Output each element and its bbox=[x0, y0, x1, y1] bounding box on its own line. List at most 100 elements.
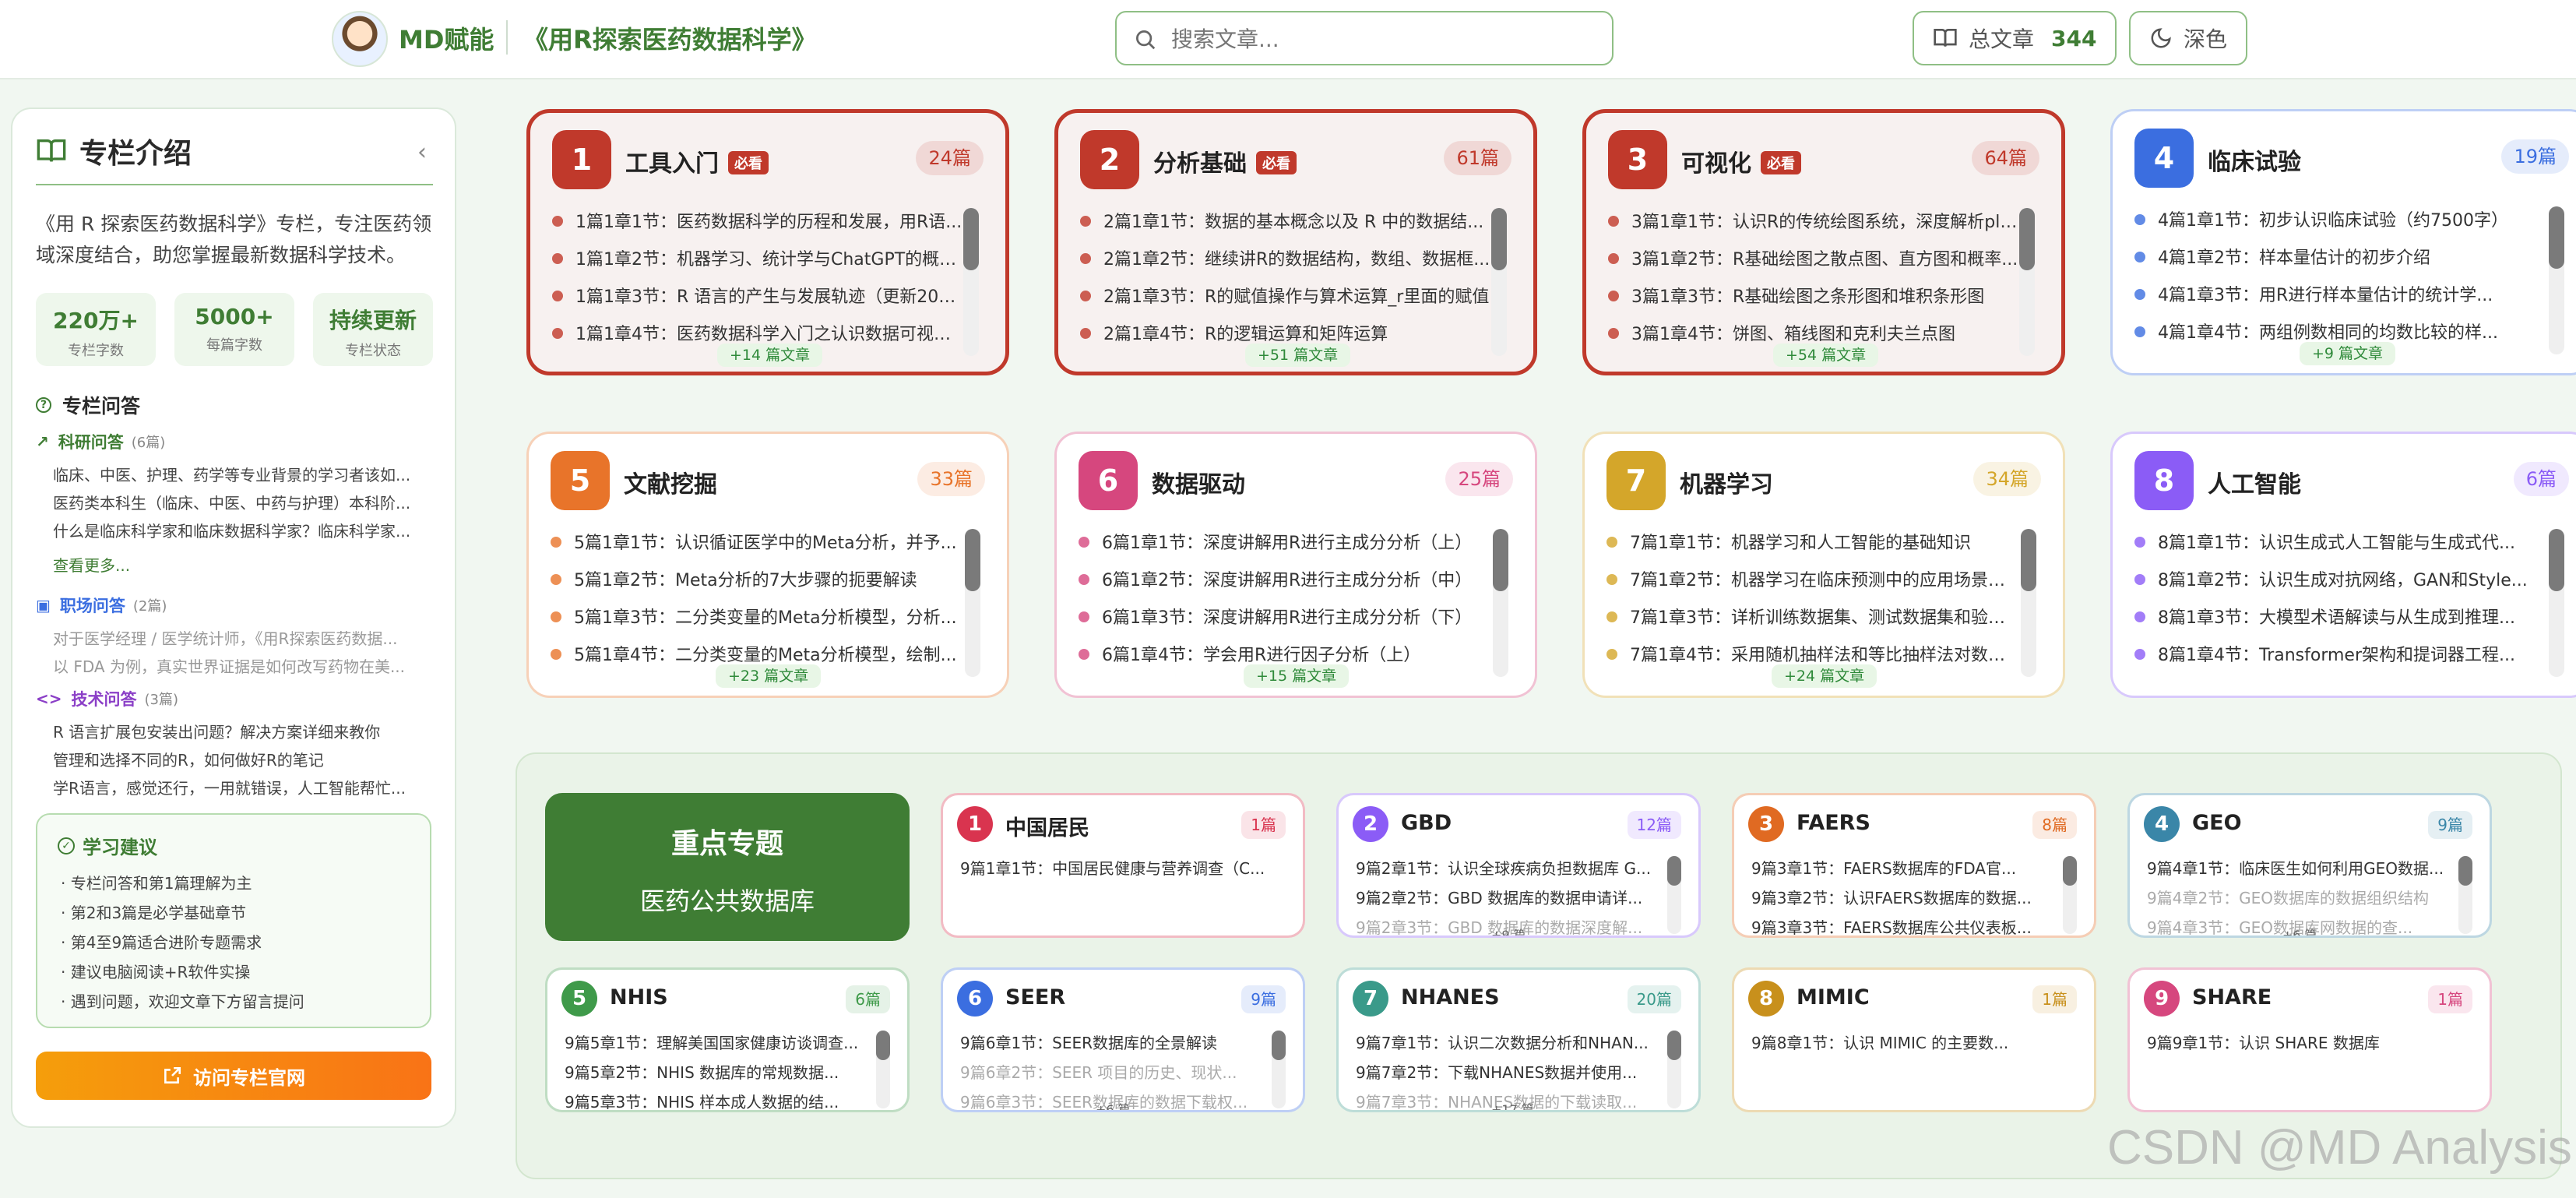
qa-item[interactable]: 什么是临床科学家和临床数据科学家？临床科学家... bbox=[53, 519, 442, 541]
more-articles-label[interactable]: +9 篇文章 bbox=[2300, 342, 2396, 365]
chapter-card[interactable]: 8 人工智能 6篇 8篇1章1节：认识生成式人工智能与生成式代... 8篇1章2节：认识… bbox=[2110, 432, 2576, 698]
article-link[interactable]: 1篇1章3节：R 语言的产生与发展轨迹（更新202... bbox=[552, 283, 965, 308]
article-link[interactable]: 3篇1章4节：饼图、箱线图和克利夫兰点图 bbox=[1608, 320, 2021, 345]
scrollbar-thumb[interactable] bbox=[2019, 208, 2035, 270]
database-card[interactable]: 2 GBD 12篇 9篇2章1节：认识全球疾病负担数据库 G... 9篇2章2节：GBD… bbox=[1336, 793, 1701, 938]
qa-category-career[interactable]: ▣ 职场问答 (2篇) bbox=[36, 594, 167, 617]
scrollbar-thumb[interactable] bbox=[2063, 856, 2077, 886]
theme-toggle-button[interactable]: 深色 bbox=[2129, 11, 2248, 65]
scrollbar-thumb[interactable] bbox=[1272, 1031, 1286, 1060]
article-link[interactable]: 7篇1章4节：采用随机抽样法和等比抽样法对数据... bbox=[1606, 641, 2019, 666]
qa-category-research[interactable]: ↗ 科研问答 (6篇) bbox=[36, 430, 165, 453]
avatar[interactable] bbox=[332, 11, 388, 67]
article-link[interactable]: 9篇3章2节：认识FAERS数据库的数据... bbox=[1751, 886, 2066, 908]
more-articles-label[interactable]: +9 篇 bbox=[1491, 925, 1526, 935]
more-articles-label[interactable]: +51 篇文章 bbox=[1245, 344, 1351, 367]
article-link[interactable]: 9篇3章1节：FAERS数据库的FDA官... bbox=[1751, 856, 2066, 879]
scrollbar-thumb[interactable] bbox=[963, 208, 979, 270]
article-link[interactable]: 2篇1章3节：R的赋值操作与算术运算_r里面的赋值 bbox=[1080, 283, 1493, 308]
more-articles-label[interactable]: +15 篇文章 bbox=[1244, 664, 1350, 688]
more-articles-label[interactable]: +14 篇文章 bbox=[717, 344, 823, 367]
scrollbar[interactable] bbox=[965, 529, 980, 677]
scrollbar[interactable] bbox=[1493, 529, 1508, 677]
article-link[interactable]: 9篇8章1节：认识 MIMIC 的主要数... bbox=[1751, 1031, 2066, 1053]
article-link[interactable]: 4篇1章1节：初步认识临床试验（约7500字） bbox=[2134, 206, 2547, 231]
article-link[interactable]: 6篇1章2节：深度讲解用R进行主成分分析（中） bbox=[1079, 566, 1491, 591]
scrollbar-thumb[interactable] bbox=[2549, 529, 2564, 591]
article-link[interactable]: 8篇1章4节：Transformer架构和提词器工程... bbox=[2134, 641, 2547, 666]
article-link[interactable]: 9篇4章1节：临床医生如何利用GEO数据... bbox=[2147, 856, 2462, 879]
article-link[interactable]: 9篇7章1节：认识二次数据分析和NHAN... bbox=[1356, 1031, 1670, 1053]
article-link[interactable]: 9篇1章1节：中国居民健康与营养调查（C... bbox=[960, 856, 1275, 879]
scrollbar[interactable] bbox=[2549, 529, 2564, 677]
article-link[interactable]: 9篇7章2节：下载NHANES数据并使用... bbox=[1356, 1060, 1670, 1083]
article-link[interactable]: 6篇1章1节：深度讲解用R进行主成分分析（上） bbox=[1079, 529, 1491, 554]
scrollbar[interactable] bbox=[1272, 1031, 1286, 1108]
article-link[interactable]: 9篇2章1节：认识全球疾病负担数据库 G... bbox=[1356, 856, 1670, 879]
article-link[interactable]: 9篇5章1节：理解美国国家健康访谈调查... bbox=[565, 1031, 879, 1053]
feature-banner[interactable]: 重点专题 医药公共数据库 bbox=[545, 793, 910, 941]
more-articles-label[interactable]: +23 篇文章 bbox=[716, 664, 822, 688]
article-link[interactable]: 1篇1章1节：医药数据科学的历程和发展，用R语... bbox=[552, 208, 965, 233]
scrollbar-thumb[interactable] bbox=[1667, 856, 1681, 886]
article-link[interactable]: 1篇1章2节：机器学习、统计学与ChatGPT的概述... bbox=[552, 245, 965, 270]
qa-item[interactable]: 学R语言，感觉还行，一用就错误，人工智能帮忙... bbox=[53, 776, 442, 798]
article-link[interactable]: 6篇1章3节：深度讲解用R进行主成分分析（下） bbox=[1079, 604, 1491, 629]
more-articles-label[interactable]: +6 篇 bbox=[1096, 1099, 1131, 1110]
article-link[interactable]: 9篇6章1节：SEER数据库的全景解读 bbox=[960, 1031, 1275, 1053]
scrollbar[interactable] bbox=[2458, 856, 2472, 934]
more-articles-label[interactable]: +24 篇文章 bbox=[1772, 664, 1877, 688]
chapter-card[interactable]: 2 分析基础 必看 61篇 2篇1章1节：数据的基本概念以及 R 中的数据结... 2篇1… bbox=[1054, 109, 1537, 375]
article-link[interactable]: 9篇6章2节：SEER 项目的历史、现状... bbox=[960, 1060, 1275, 1083]
more-articles-label[interactable]: +17 篇 bbox=[1491, 1099, 1534, 1110]
article-link[interactable]: 9篇5章2节：NHIS 数据库的常规数据... bbox=[565, 1060, 879, 1083]
scrollbar-thumb[interactable] bbox=[1493, 529, 1508, 591]
scrollbar[interactable] bbox=[1491, 208, 1507, 356]
article-link[interactable]: 9篇2章2节：GBD 数据库的数据申请详... bbox=[1356, 886, 1670, 908]
database-card[interactable]: 4 GEO 9篇 9篇4章1节：临床医生如何利用GEO数据... 9篇4章2节：GEO数… bbox=[2127, 793, 2492, 938]
chapter-card[interactable]: 1 工具入门 必看 24篇 1篇1章1节：医药数据科学的历程和发展，用R语... 1篇1章… bbox=[526, 109, 1009, 375]
scrollbar[interactable] bbox=[1667, 856, 1681, 934]
scrollbar[interactable] bbox=[2019, 208, 2035, 356]
more-articles-label[interactable]: +6 篇 bbox=[2282, 925, 2317, 935]
article-link[interactable]: 2篇1章4节：R的逻辑运算和矩阵运算 bbox=[1080, 320, 1493, 345]
scrollbar-thumb[interactable] bbox=[2021, 529, 2036, 591]
article-link[interactable]: 9篇4章2节：GEO数据库的数据组织结构 bbox=[2147, 886, 2462, 908]
more-articles-label[interactable]: +54 篇文章 bbox=[1773, 344, 1879, 367]
database-card[interactable]: 3 FAERS 8篇 9篇3章1节：FAERS数据库的FDA官... 9篇3章2节：认识… bbox=[1732, 793, 2096, 938]
article-link[interactable]: 2篇1章1节：数据的基本概念以及 R 中的数据结... bbox=[1080, 208, 1493, 233]
scrollbar-thumb[interactable] bbox=[1667, 1031, 1681, 1060]
article-link[interactable]: 3篇1章1节：认识R的传统绘图系统，深度解析plo... bbox=[1608, 208, 2021, 233]
scrollbar[interactable] bbox=[2021, 529, 2036, 677]
article-link[interactable]: 5篇1章2节：Meta分析的7大步骤的扼要解读 bbox=[551, 566, 963, 591]
scrollbar-thumb[interactable] bbox=[2549, 206, 2564, 269]
article-link[interactable]: 4篇1章2节：样本量估计的初步介绍 bbox=[2134, 244, 2547, 269]
database-card[interactable]: 5 NHIS 6篇 9篇5章1节：理解美国国家健康访谈调查... 9篇5章2节：NHIS… bbox=[545, 967, 910, 1112]
scrollbar[interactable] bbox=[876, 1031, 890, 1108]
article-link[interactable]: 9篇5章3节：NHIS 样本成人数据的结... bbox=[565, 1090, 879, 1110]
article-link[interactable]: 2篇1章2节：继续讲R的数据结构，数组、数据框... bbox=[1080, 245, 1493, 270]
chapter-card[interactable]: 5 文献挖掘 33篇 5篇1章1节：认识循证医学中的Meta分析，并予... 5篇1章2… bbox=[526, 432, 1009, 698]
qa-category-tech[interactable]: <> 技术问答 (3篇) bbox=[36, 687, 178, 710]
scrollbar-thumb[interactable] bbox=[876, 1031, 890, 1060]
brand-name[interactable]: MD赋能 bbox=[399, 20, 494, 56]
article-link[interactable]: 6篇1章4节：学会用R进行因子分析（上） bbox=[1079, 641, 1491, 666]
article-link[interactable]: 8篇1章3节：大模型术语解读与从生成到推理... bbox=[2134, 604, 2547, 629]
article-link[interactable]: 9篇3章3节：FAERS数据库公共仪表板... bbox=[1751, 915, 2066, 935]
article-link[interactable]: 5篇1章4节：二分类变量的Meta分析模型，绘制... bbox=[551, 641, 963, 666]
article-link[interactable]: 4篇1章4节：两组例数相同的均数比较的样... bbox=[2134, 319, 2547, 344]
qa-item[interactable]: 对于医学经理 / 医学统计师，《用R探索医药数据... bbox=[53, 626, 442, 649]
see-more-link[interactable]: 查看更多... bbox=[53, 553, 130, 576]
scrollbar[interactable] bbox=[2063, 856, 2077, 934]
qa-item[interactable]: 管理和选择不同的R，如何做好R的笔记 bbox=[53, 748, 442, 770]
database-card[interactable]: 8 MIMIC 1篇 9篇8章1节：认识 MIMIC 的主要数... bbox=[1732, 967, 2096, 1112]
article-link[interactable]: 7篇1章2节：机器学习在临床预测中的应用场景，... bbox=[1606, 566, 2019, 591]
scrollbar[interactable] bbox=[2549, 206, 2564, 354]
article-link[interactable]: 3篇1章2节：R基础绘图之散点图、直方图和概率... bbox=[1608, 245, 2021, 270]
search-input[interactable] bbox=[1171, 20, 1599, 58]
article-link[interactable]: 3篇1章3节：R基础绘图之条形图和堆积条形图 bbox=[1608, 283, 2021, 308]
chapter-card[interactable]: 3 可视化 必看 64篇 3篇1章1节：认识R的传统绘图系统，深度解析plo... 3篇1… bbox=[1582, 109, 2065, 375]
chapter-card[interactable]: 4 临床试验 19篇 4篇1章1节：初步认识临床试验（约7500字） 4篇1章2节：样本… bbox=[2110, 109, 2576, 375]
qa-item[interactable]: 临床、中医、护理、药学等专业背景的学习者该如... bbox=[53, 463, 442, 485]
scrollbar-thumb[interactable] bbox=[1491, 208, 1507, 270]
